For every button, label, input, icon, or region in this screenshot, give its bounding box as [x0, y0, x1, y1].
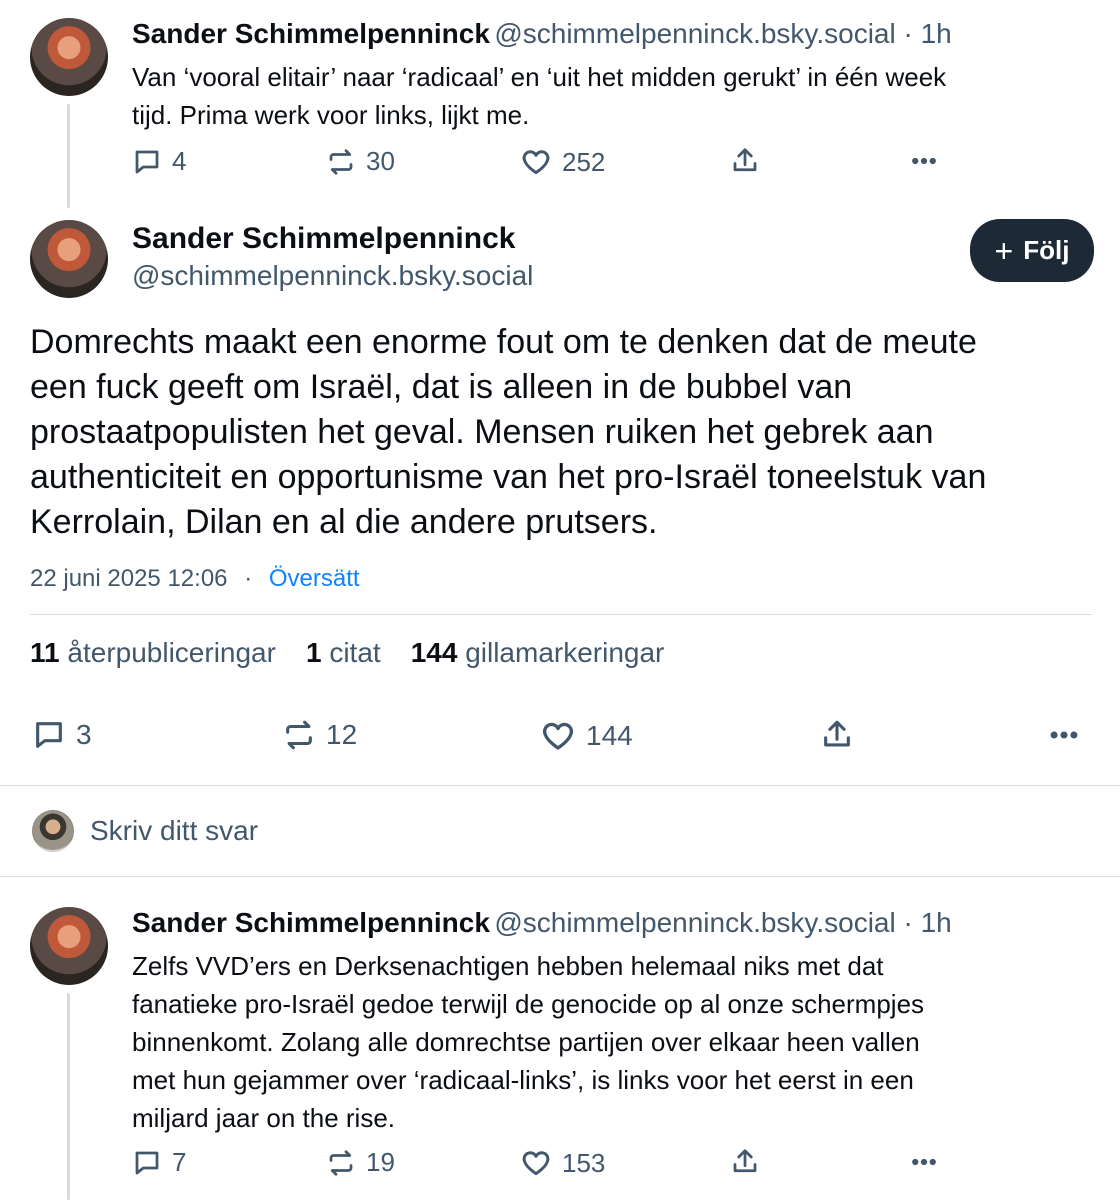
heart-icon [522, 1151, 550, 1176]
reply-input-placeholder: Skriv ditt svar [90, 815, 259, 846]
speech-bubble-icon [135, 150, 159, 173]
more-button[interactable] [1044, 718, 1084, 752]
like-button[interactable]: 252 [520, 146, 605, 178]
like-count: 252 [562, 146, 606, 177]
post-text: Zelfs VVD’ers en Derksenachtigen hebben … [132, 947, 1092, 1137]
avatar[interactable] [30, 907, 108, 985]
post-text-line: binnenkomt. Zolang alle domrechtse parti… [132, 1027, 920, 1057]
more-button[interactable] [908, 1147, 940, 1177]
post-text-line: authenticiteit en opportunisme van het p… [30, 458, 987, 496]
share-icon [733, 148, 757, 172]
post-text-line: Zelfs VVD’ers en Derksenachtigen hebben … [132, 951, 884, 981]
repost-count: 19 [366, 1147, 395, 1177]
post-date: 22 juni 2025 12:06 [30, 565, 228, 592]
repost-count: 30 [366, 146, 395, 176]
like-button[interactable]: 144 [540, 718, 633, 754]
author-handle[interactable]: @schimmelpenninck.bsky.social [132, 260, 533, 292]
quotes-stat-count: 1 [305, 637, 322, 668]
repost-button[interactable]: 19 [326, 1147, 395, 1178]
likes-stat[interactable]: 144 gillamarkeringar [411, 637, 665, 669]
likes-stat-label: gillamarkeringar [465, 637, 665, 668]
post-stats: 11 återpubliceringar 1 citat 144 gillama… [30, 637, 664, 669]
reply-count: 7 [172, 1147, 187, 1177]
share-button[interactable] [730, 146, 760, 176]
translate-link[interactable]: Översätt [269, 565, 360, 592]
reply-button[interactable]: 3 [32, 718, 92, 752]
reply-button[interactable]: 4 [132, 146, 186, 177]
thread-line [67, 104, 70, 208]
divider [0, 876, 1120, 877]
reposts-stat-label: återpubliceringar [67, 637, 276, 668]
post-text-line: Kerrolain, Dilan en al die andere prutse… [30, 503, 658, 541]
reply-input[interactable]: Skriv ditt svar [90, 815, 258, 847]
post-meta: 22 juni 2025 12:06 · Översätt [30, 565, 360, 593]
current-user-avatar [32, 810, 74, 852]
divider [30, 614, 1092, 615]
main-author: Sander Schimmelpenninck @schimmelpenninc… [132, 222, 533, 292]
more-dots-icon [912, 157, 936, 165]
share-button[interactable] [820, 718, 854, 752]
repost-button[interactable]: 12 [282, 718, 357, 752]
post-text-line: miljard jaar on the rise. [132, 1103, 395, 1133]
speech-bubble-icon [135, 1151, 159, 1174]
more-dots-icon [1050, 731, 1078, 739]
post-header: Sander Schimmelpenninck @schimmelpenninc… [132, 907, 952, 939]
more-dots-icon [912, 1158, 936, 1166]
like-count: 144 [586, 720, 633, 751]
divider [0, 785, 1120, 786]
post-text: Van ‘vooral elitair’ naar ‘radicaal’ en … [132, 58, 1092, 134]
like-count: 153 [562, 1147, 606, 1178]
author-name[interactable]: Sander Schimmelpenninck [132, 222, 533, 256]
reposts-stat[interactable]: 11 återpubliceringar [30, 637, 276, 669]
heart-icon [522, 150, 550, 175]
share-icon [733, 1149, 757, 1173]
follow-label: Följ [1023, 235, 1070, 265]
post-text-line: fanatieke pro-Israël gedoe terwijl de ge… [132, 989, 925, 1019]
thread-line [67, 993, 70, 1200]
post-text-line: prostaatpopulisten het geval. Mensen rui… [30, 413, 934, 451]
author-name[interactable]: Sander Schimmelpenninck [132, 907, 490, 938]
meta-separator: · [244, 565, 253, 592]
more-button[interactable] [908, 146, 940, 176]
author-handle[interactable]: @schimmelpenninck.bsky.social · 1h [494, 18, 951, 49]
author-handle[interactable]: @schimmelpenninck.bsky.social · 1h [494, 907, 951, 938]
post-header: Sander Schimmelpenninck @schimmelpenninc… [132, 18, 952, 50]
post-text-line: Van ‘vooral elitair’ naar ‘radicaal’ en … [132, 62, 947, 92]
post-text-line: tijd. Prima werk voor links, lijkt me. [132, 100, 530, 130]
follow-button[interactable]: + Följ [970, 219, 1094, 282]
avatar[interactable] [30, 220, 108, 298]
repost-arrows-icon [286, 720, 312, 750]
quotes-stat-label: citat [329, 637, 381, 668]
reply-count: 3 [76, 719, 92, 750]
likes-stat-count: 144 [410, 637, 458, 668]
post-text-line: een fuck geeft om Israël, dat is alleen … [30, 368, 853, 406]
post-text-line: Domrechts maakt een enorme fout om te de… [30, 323, 977, 361]
main-post-text: Domrechts maakt een enorme fout om te de… [30, 320, 1100, 545]
repost-button[interactable]: 30 [326, 146, 395, 177]
repost-arrows-icon [329, 1149, 353, 1176]
speech-bubble-icon [36, 722, 62, 748]
avatar[interactable] [30, 18, 108, 96]
post-text-line: met hun gejammer over ‘radicaal-links’, … [132, 1065, 914, 1095]
reply-count: 4 [172, 146, 187, 176]
repost-arrows-icon [329, 148, 353, 175]
share-button[interactable] [730, 1147, 760, 1177]
reply-button[interactable]: 7 [132, 1147, 186, 1178]
repost-count: 12 [326, 719, 358, 750]
author-name[interactable]: Sander Schimmelpenninck [132, 18, 490, 49]
share-icon [824, 720, 850, 747]
like-button[interactable]: 153 [520, 1147, 605, 1179]
reposts-stat-count: 11 [30, 637, 60, 668]
heart-icon [542, 722, 574, 750]
quotes-stat[interactable]: 1 citat [306, 637, 381, 669]
plus-icon: + [994, 232, 1014, 269]
